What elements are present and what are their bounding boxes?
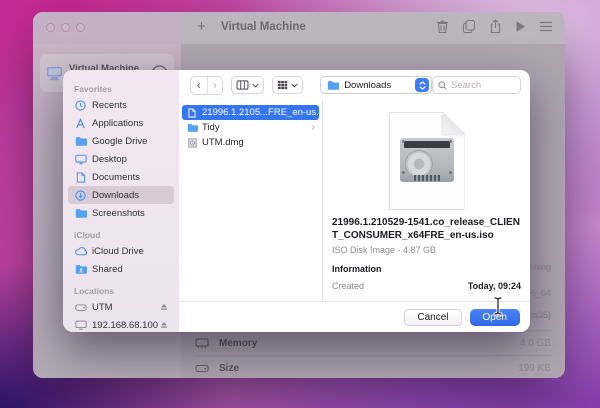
- file-name: Tidy: [202, 122, 220, 133]
- chevron-down-icon: [252, 83, 259, 88]
- sidebar-item-label: 192.168.68.100: [92, 320, 158, 331]
- forward-button[interactable]: ›: [207, 77, 223, 94]
- dialog-sidebar: Favorites Recents Applications Google Dr…: [63, 70, 179, 332]
- sidebar-item-label: iCloud Drive: [92, 246, 144, 257]
- column-view-button[interactable]: [231, 76, 264, 94]
- dialog-toolbar: ‹ › Downloads: [179, 70, 530, 100]
- eject-button[interactable]: [160, 303, 168, 311]
- sidebar-item-utm[interactable]: UTM: [68, 298, 174, 316]
- dialog-footer: Cancel Open: [179, 301, 530, 332]
- sidebar-item-applications[interactable]: Applications: [68, 114, 174, 132]
- mouse-cursor-ibeam: [492, 296, 504, 316]
- sidebar-item-downloads[interactable]: Downloads: [68, 186, 174, 204]
- icon-view-button[interactable]: [272, 76, 303, 94]
- preview-pane: 21996.1.210529-1541.co_release_CLIENT_CO…: [323, 100, 530, 301]
- created-label: Created: [332, 281, 364, 291]
- drive-icon: [74, 303, 87, 312]
- eject-button[interactable]: [160, 321, 168, 329]
- grid-icon: [277, 80, 288, 90]
- location-popup-label: Downloads: [344, 80, 415, 91]
- desktop-icon: [74, 154, 87, 165]
- sidebar-item-label: Downloads: [92, 190, 139, 201]
- sidebar-item-label: Desktop: [92, 154, 127, 165]
- search-icon: [438, 81, 447, 90]
- preview-filename: 21996.1.210529-1541.co_release_CLIENT_CO…: [332, 216, 521, 242]
- folder-icon: [327, 80, 339, 90]
- sidebar-item-desktop[interactable]: Desktop: [68, 150, 174, 168]
- preview-created-row: Created Today, 09:24: [332, 281, 521, 291]
- back-button[interactable]: ‹: [191, 77, 207, 94]
- file-row-tidy[interactable]: Tidy ›: [182, 120, 319, 135]
- sidebar-item-label: UTM: [92, 302, 113, 313]
- sidebar-item-label: Google Drive: [92, 136, 147, 147]
- sidebar-item-label: Recents: [92, 100, 127, 111]
- file-row-utm-dmg[interactable]: UTM.dmg: [182, 135, 319, 150]
- document-icon: [74, 172, 87, 183]
- folder-icon: [74, 136, 87, 146]
- clock-icon: [74, 100, 87, 111]
- document-icon: [186, 108, 198, 118]
- open-file-dialog: Favorites Recents Applications Google Dr…: [63, 70, 530, 332]
- search-field[interactable]: [432, 76, 521, 94]
- download-icon: [74, 190, 87, 201]
- icloud-section-title: iCloud: [74, 230, 179, 240]
- preview-kind-size: ISO Disk Image - 4.87 GB: [332, 245, 521, 255]
- nav-segment: ‹ ›: [190, 76, 223, 95]
- chevron-right-icon: ›: [312, 122, 315, 133]
- folder-icon: [74, 208, 87, 218]
- favorites-section-title: Favorites: [74, 84, 179, 94]
- sidebar-item-icloud-drive[interactable]: iCloud Drive: [68, 242, 174, 260]
- file-name: UTM.dmg: [202, 137, 244, 148]
- cancel-button[interactable]: Cancel: [404, 309, 461, 326]
- sidebar-item-192-168-68-100[interactable]: 192.168.68.100: [68, 316, 174, 332]
- page-fold: [443, 112, 465, 134]
- columns-icon: [236, 80, 249, 90]
- preview-information-header: Information: [332, 264, 521, 274]
- file-row-iso[interactable]: 21996.1.2105...FRE_en-us.iso: [182, 105, 319, 120]
- sidebar-item-label: Shared: [92, 264, 123, 275]
- display-icon: [74, 320, 87, 330]
- folder-icon: [186, 123, 198, 132]
- created-value: Today, 09:24: [468, 281, 521, 291]
- location-popup[interactable]: Downloads: [320, 76, 432, 94]
- disk-image-icon: [186, 138, 198, 148]
- iso-file-preview-icon: [389, 112, 465, 210]
- locations-section-title: Locations: [74, 286, 179, 296]
- hard-drive-graphic: [400, 138, 454, 182]
- sidebar-item-google-drive[interactable]: Google Drive: [68, 132, 174, 150]
- shared-folder-icon: [74, 264, 87, 274]
- cloud-icon: [74, 247, 87, 256]
- sidebar-item-label: Applications: [92, 118, 143, 129]
- applications-icon: [74, 118, 87, 129]
- sidebar-item-label: Screenshots: [92, 208, 145, 219]
- chevron-down-icon: [291, 83, 298, 88]
- file-name: 21996.1.2105...FRE_en-us.iso: [202, 107, 331, 118]
- sidebar-item-label: Documents: [92, 172, 140, 183]
- sidebar-item-screenshots[interactable]: Screenshots: [68, 204, 174, 222]
- search-input[interactable]: [451, 80, 515, 91]
- desktop-wallpaper: + Virtual Machine Virtual Machine Standa…: [0, 0, 600, 408]
- popup-arrows-icon: [415, 78, 429, 92]
- sidebar-item-documents[interactable]: Documents: [68, 168, 174, 186]
- sidebar-item-recents[interactable]: Recents: [68, 96, 174, 114]
- sidebar-item-shared[interactable]: Shared: [68, 260, 174, 278]
- file-list: 21996.1.2105...FRE_en-us.iso Tidy › UTM.…: [179, 100, 322, 301]
